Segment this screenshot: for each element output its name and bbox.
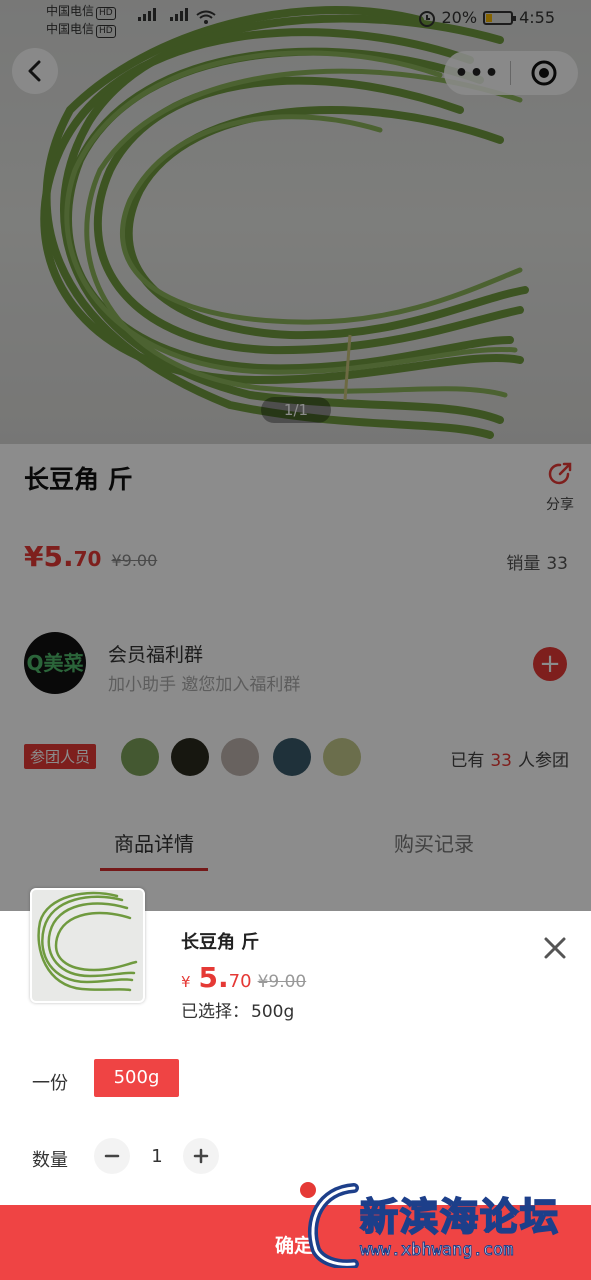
sheet-original-price: ¥9.00 [257,972,307,992]
quantity-plus-button[interactable] [183,1138,219,1174]
plus-icon [193,1148,209,1164]
close-icon[interactable] [542,935,568,961]
sheet-price: ¥ 5. 70 ¥9.00 [181,961,306,994]
watermark-name: 新滨海论坛 [359,1194,561,1240]
sheet-price-decimal: 70 [228,971,252,992]
long-beans-thumbnail [37,891,138,992]
currency-symbol: ¥ [181,973,191,991]
quantity-label: 数量 [32,1150,68,1171]
minus-icon [104,1154,120,1158]
quantity-value[interactable]: 1 [145,1146,169,1167]
quantity-minus-button[interactable] [94,1138,130,1174]
watermark: 新滨海论坛 www.xbhwang.com [296,1180,586,1268]
spec-label: 一份 [32,1073,68,1094]
modal-backdrop[interactable] [0,0,591,911]
selected-spec: 已选择： 500g [181,997,294,1022]
sheet-price-integer: 5. [198,961,229,994]
selected-value: 500g [251,1002,295,1022]
selected-label: 已选择： [181,1002,249,1022]
sheet-product-title: 长豆角 斤 [181,932,260,953]
watermark-url: www.xbhwang.com [360,1240,515,1261]
product-thumbnail [30,888,145,1003]
watermark-logo-icon [298,1180,359,1268]
spec-option-500g[interactable]: 500g [94,1059,179,1097]
